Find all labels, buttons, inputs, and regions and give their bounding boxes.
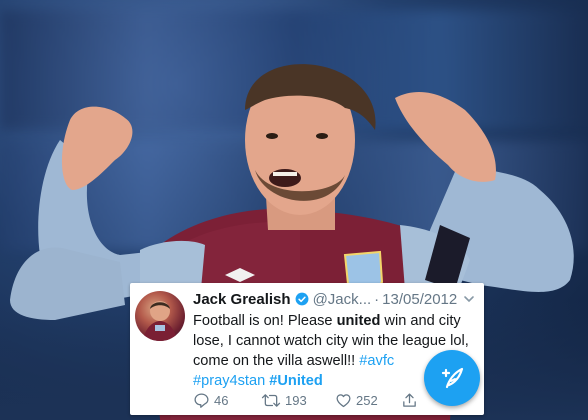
tweet-date[interactable]: 13/05/2012	[382, 291, 457, 308]
chevron-down-icon[interactable]	[463, 293, 475, 305]
verified-badge-icon	[295, 292, 308, 306]
retweet-button[interactable]: 193	[261, 392, 331, 409]
tweet-text-bold: united	[336, 313, 381, 329]
share-icon	[403, 392, 416, 407]
retweet-icon	[261, 393, 281, 407]
separator-dot: ·	[374, 290, 380, 308]
tweet-text-part1: Football is on! Please	[193, 313, 337, 329]
reply-button[interactable]: 46	[193, 392, 239, 409]
share-button[interactable]	[401, 392, 422, 409]
avatar-image	[143, 301, 177, 341]
like-button[interactable]: 252	[335, 392, 395, 409]
like-count: 252	[356, 392, 378, 408]
display-name[interactable]: Jack Grealish	[193, 291, 291, 308]
user-handle[interactable]: @Jack...	[313, 291, 372, 308]
avatar[interactable]	[135, 291, 185, 341]
tweet-header: Jack Grealish @Jack... · 13/05/2012	[193, 288, 479, 310]
reply-count: 46	[214, 392, 229, 408]
heart-icon	[336, 393, 351, 407]
compose-tweet-icon	[441, 367, 464, 389]
hashtag-pray4stan[interactable]: #pray4stan	[193, 373, 265, 389]
compose-tweet-button[interactable]	[424, 350, 480, 406]
retweet-count: 193	[285, 392, 307, 408]
photo-background: Jack Grealish @Jack... · 13/05/2012 Foot…	[0, 0, 588, 420]
tweet-actions: 46 193 252	[193, 390, 422, 410]
hashtag-avfc[interactable]: #avfc	[359, 353, 394, 369]
reply-icon	[194, 392, 209, 408]
hashtag-united[interactable]: #United	[269, 373, 323, 389]
